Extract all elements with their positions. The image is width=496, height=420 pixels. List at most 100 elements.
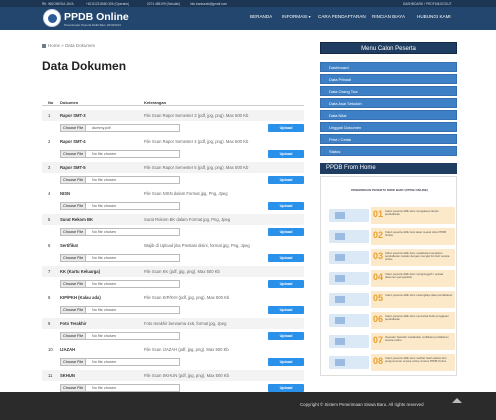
home-icon[interactable] xyxy=(42,43,46,48)
row-number: 6 xyxy=(48,243,51,248)
flow-step: 07 Operator Sekolah melakukan verifikasi … xyxy=(371,333,455,350)
file-input[interactable]: Choose File No file chosen xyxy=(60,150,180,158)
choose-file-button[interactable]: Choose File xyxy=(61,229,87,235)
upload-button[interactable]: Upload xyxy=(268,306,304,314)
flow-step: 05 Calon peserta didik baru melengkapi da… xyxy=(371,291,455,308)
sidebar-item[interactable]: Print / Cetak xyxy=(320,134,457,144)
choose-file-button[interactable]: Choose File xyxy=(61,203,87,209)
table-row: 5 Surat Rekom BK Surat Rekom BK dalam Form… xyxy=(42,214,304,240)
document-name: Foto Terakhir xyxy=(60,321,87,326)
step-text: Calon peserta didik baru melengkapi data… xyxy=(385,293,453,297)
choose-file-button[interactable]: Choose File xyxy=(61,385,87,391)
nav-cara-pendaftaran[interactable]: CARA PENDAFTARAN xyxy=(318,14,366,19)
sidebar-item[interactable]: Data Nilai xyxy=(320,110,457,120)
top-info-bar: Rtt. INDONESIA JAYA +62 8123 8680 306 (O… xyxy=(0,0,496,7)
step-number: 08 xyxy=(373,356,384,366)
file-input[interactable]: Choose File No file chosen xyxy=(60,384,180,392)
sidebar-item[interactable]: Unggah Dokumen xyxy=(320,122,457,132)
sidebar-item[interactable]: Data Asal Sekolah xyxy=(320,98,457,108)
file-input[interactable]: Choose File No file chosen xyxy=(60,280,180,288)
step-number: 01 xyxy=(373,209,384,219)
upload-button[interactable]: Upload xyxy=(268,358,304,366)
step-text: Calon peserta didik baru mencetak bukti … xyxy=(385,314,449,322)
document-name: Sertifikat xyxy=(60,243,78,248)
table-row: 8 KIP/PKH (Kalau ada) File Scan KIP/KIH (p… xyxy=(42,292,304,318)
logo-icon[interactable] xyxy=(43,9,61,27)
dashboard-link[interactable]: DASHBOARD / PROFILE xyxy=(403,2,440,6)
file-name: No file chosen xyxy=(92,333,117,338)
breadcrumb-home[interactable]: Home xyxy=(48,43,60,48)
upload-button[interactable]: Upload xyxy=(268,176,304,184)
page-title: Data Dokumen xyxy=(42,59,127,73)
file-input[interactable]: Choose File No file chosen xyxy=(60,332,180,340)
site-brand[interactable]: PPDB Online xyxy=(64,11,129,23)
table-row: 9 Foto Terakhir Foto terakhir berwarna 4x6… xyxy=(42,318,304,344)
upload-button[interactable]: Upload xyxy=(268,124,304,132)
upload-button[interactable]: Upload xyxy=(268,228,304,236)
nav-hubungi-kami[interactable]: HUBUNGI KAMI xyxy=(417,14,451,19)
file-input[interactable]: Choose File No file chosen xyxy=(60,228,180,236)
step-number: 05 xyxy=(373,293,384,303)
file-name: No file chosen xyxy=(92,281,117,286)
document-description: File Scan KIP/KIH (pdf, jpg, png). Max 5… xyxy=(144,295,230,300)
document-description: Surat Rekom BK dalam Format jpg, Png, Jp… xyxy=(144,217,231,222)
file-name: No file chosen xyxy=(92,229,117,234)
step-illustration xyxy=(329,356,369,369)
document-description: File Scan Rapor Semester 3 (pdf, jpg, pn… xyxy=(144,113,249,118)
document-description: Wajib di Upload jika Prestasi disini, fo… xyxy=(144,243,250,248)
flow-step: 03 Calon peserta didik baru melakukan pen… xyxy=(371,249,455,266)
sidebar-item[interactable]: Status xyxy=(320,146,457,156)
table-row: 6 Sertifikat Wajib di Upload jika Prestasi… xyxy=(42,240,304,266)
sidebar-item[interactable]: Dashboard xyxy=(320,62,457,72)
choose-file-button[interactable]: Choose File xyxy=(61,125,87,131)
scroll-top-icon[interactable] xyxy=(452,398,462,403)
document-description: File Scan IJAZAH (pdf, jpg, png). Max 50… xyxy=(144,347,229,352)
upload-button[interactable]: Upload xyxy=(268,332,304,340)
choose-file-button[interactable]: Choose File xyxy=(61,307,87,313)
choose-file-button[interactable]: Choose File xyxy=(61,333,87,339)
sidebar-item[interactable]: Data Orang Tua xyxy=(320,86,457,96)
choose-file-button[interactable]: Choose File xyxy=(61,151,87,157)
file-name: dummy.pdf xyxy=(92,125,111,130)
file-input[interactable]: Choose File No file chosen xyxy=(60,254,180,262)
flow-step: 01 Calon peserta didik baru mengakses lam… xyxy=(371,207,455,224)
upload-button[interactable]: Upload xyxy=(268,150,304,158)
nav-informasi[interactable]: INFORMASI xyxy=(282,14,311,19)
file-name: No file chosen xyxy=(92,151,117,156)
upload-button[interactable]: Upload xyxy=(268,202,304,210)
upload-button[interactable]: Upload xyxy=(268,254,304,262)
nav-beranda[interactable]: BERANDA xyxy=(250,14,272,19)
step-illustration xyxy=(329,335,369,348)
step-number: 06 xyxy=(373,314,384,324)
file-input[interactable]: Choose File No file chosen xyxy=(60,358,180,366)
upload-button[interactable]: Upload xyxy=(268,280,304,288)
choose-file-button[interactable]: Choose File xyxy=(61,177,87,183)
file-input[interactable]: Choose File No file chosen xyxy=(60,306,180,314)
header-no: No xyxy=(48,100,54,105)
file-input[interactable]: Choose File dummy.pdf xyxy=(60,124,180,132)
row-number: 8 xyxy=(48,295,51,300)
choose-file-button[interactable]: Choose File xyxy=(61,281,87,287)
document-description: File Scan NISN dalam Format jpg, Png, Jp… xyxy=(144,191,228,196)
table-row: 10 IJAZAH File Scan IJAZAH (pdf, jpg, png)… xyxy=(42,344,304,370)
row-number: 10 xyxy=(48,347,53,352)
step-illustration xyxy=(329,209,369,222)
file-name: No file chosen xyxy=(92,177,117,182)
logout-link[interactable]: LOGOUT xyxy=(438,2,451,6)
sidebar-item[interactable]: Data Pribadi xyxy=(320,74,457,84)
table-row: 4 NISN File Scan NISN dalam Format jpg, Pn… xyxy=(42,188,304,214)
row-number: 9 xyxy=(48,321,51,326)
choose-file-button[interactable]: Choose File xyxy=(61,359,87,365)
document-description: File Scan SKHUN (pdf, jpg, png). Max 500… xyxy=(144,373,229,378)
file-input[interactable]: Choose File No file chosen xyxy=(60,202,180,210)
operator-phone: +62 8123 8680 306 (Operator) xyxy=(86,1,130,6)
choose-file-button[interactable]: Choose File xyxy=(61,255,87,261)
file-input[interactable]: Choose File No file chosen xyxy=(60,176,180,184)
flow-step: 08 Calon peserta didik baru melihat hasil… xyxy=(371,354,455,371)
nav-rincian-biaya[interactable]: RINCIAN BIAYA xyxy=(372,14,405,19)
step-illustration xyxy=(329,251,369,264)
file-name: No file chosen xyxy=(92,385,117,390)
table-row: 1 Rapor SMT-3 File Scan Rapor Semester 3 (… xyxy=(42,110,304,136)
step-number: 02 xyxy=(373,230,384,240)
upload-button[interactable]: Upload xyxy=(268,384,304,392)
